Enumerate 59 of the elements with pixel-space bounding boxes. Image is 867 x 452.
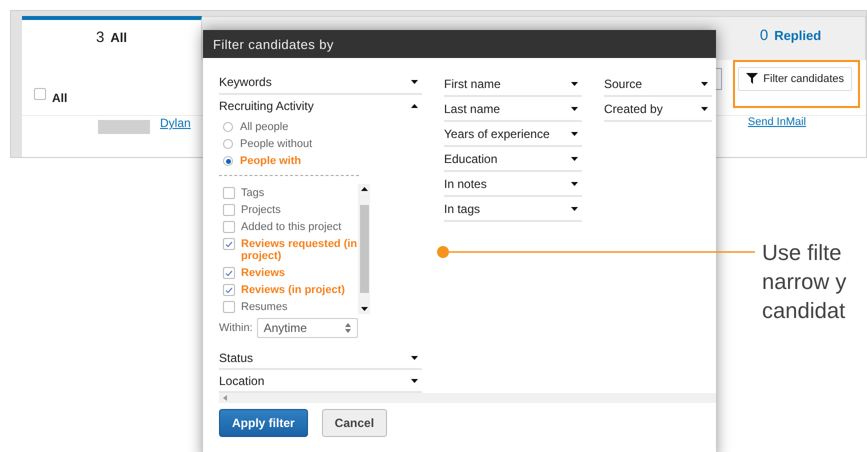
caret-down-icon — [571, 206, 578, 210]
filter-header[interactable]: First name — [444, 72, 582, 97]
within-label: Within: — [219, 322, 253, 334]
apply-button[interactable]: Apply filter — [219, 409, 308, 437]
radio-option[interactable]: People without — [223, 138, 359, 150]
checkbox[interactable] — [223, 238, 235, 250]
checkbox-option[interactable]: Resumes — [223, 301, 358, 314]
checkbox[interactable] — [223, 204, 235, 216]
caret-down-icon — [411, 378, 418, 383]
caret-up-icon — [360, 187, 368, 192]
caret-down-icon — [571, 82, 578, 86]
spinner-icon — [344, 322, 351, 333]
caret-down-icon — [701, 106, 708, 110]
filter-header[interactable]: In notes — [444, 172, 582, 197]
scrollbar[interactable] — [358, 184, 370, 314]
checkbox-option[interactable]: Tags — [223, 187, 358, 200]
candidate-name-link[interactable]: Dylan — [160, 116, 191, 130]
caret-down-icon — [571, 106, 578, 110]
caret-down-icon — [571, 182, 578, 186]
radio[interactable] — [223, 156, 233, 166]
checkbox[interactable] — [223, 301, 235, 314]
cancel-button[interactable]: Cancel — [322, 409, 388, 437]
tab[interactable]: 3 All — [22, 16, 202, 60]
filter-header[interactable]: Last name — [444, 97, 582, 122]
filter-header[interactable]: Keywords — [219, 72, 422, 95]
checkbox[interactable] — [223, 284, 235, 296]
scroll-left-icon — [223, 395, 227, 401]
caret-down-icon — [701, 82, 708, 86]
filter-header[interactable]: Created by — [604, 97, 712, 122]
radio-option[interactable]: All people — [223, 121, 359, 134]
radio[interactable] — [223, 139, 233, 150]
caret-down-icon — [360, 306, 368, 311]
funnel-icon — [746, 73, 758, 84]
filter-header[interactable]: Source — [604, 72, 712, 97]
dialog-title: Filter candidates by — [203, 30, 716, 58]
caret-down-icon — [411, 80, 418, 84]
filter-candidates-button[interactable]: Filter candidates — [738, 66, 852, 90]
checkbox[interactable] — [34, 88, 46, 100]
send-inmail-link[interactable]: Send InMail — [748, 116, 806, 128]
caret-down-icon — [411, 356, 418, 360]
caret-up-icon — [411, 104, 418, 108]
tab[interactable]: 0 Replied — [716, 16, 866, 60]
select-all-label: All — [52, 90, 68, 104]
callout-text: Use filte narrow y candidat — [762, 239, 846, 325]
checkbox-option[interactable]: Added to this project — [223, 221, 358, 234]
scrollbar[interactable] — [219, 393, 716, 403]
radio[interactable] — [223, 122, 233, 132]
avatar — [98, 120, 150, 134]
time-select[interactable]: Anytime — [256, 318, 358, 338]
caret-down-icon — [571, 132, 578, 136]
filter-header[interactable]: In tags — [444, 197, 582, 222]
filter-header[interactable]: Education — [444, 147, 582, 172]
filter-header[interactable]: Years of experience — [444, 122, 582, 147]
checkbox-option[interactable]: Projects — [223, 204, 358, 216]
checkbox[interactable] — [223, 221, 235, 234]
checkbox[interactable] — [223, 187, 235, 200]
checkbox[interactable] — [223, 267, 235, 280]
filter-header[interactable]: Status — [219, 348, 422, 370]
filter-header[interactable]: Recruiting Activity — [219, 94, 422, 118]
